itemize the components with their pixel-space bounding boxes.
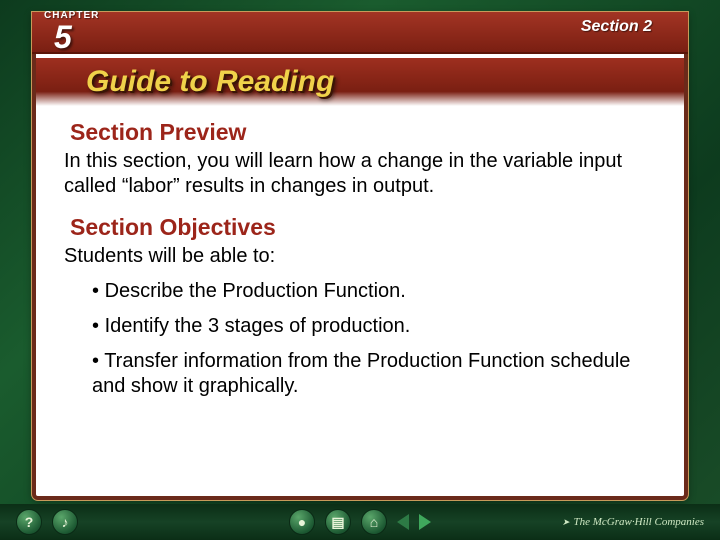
list-item: • Identify the 3 stages of production. [92, 314, 656, 339]
chapter-number: 5 [54, 21, 99, 53]
section-objectives-heading: Section Objectives [70, 213, 656, 242]
section-preview-heading: Section Preview [70, 118, 656, 147]
prev-arrow-icon[interactable] [397, 514, 409, 530]
globe-icon[interactable]: ● [289, 509, 315, 535]
slide-frame: CHAPTER 5 Section 2 Guide to Reading Sec… [32, 12, 688, 500]
objective-text: Identify the 3 stages of production. [105, 315, 411, 337]
list-item: • Transfer information from the Producti… [92, 349, 656, 399]
objective-text: Transfer information from the Production… [92, 350, 630, 397]
objective-text: Describe the Production Function. [105, 280, 406, 302]
content-area: Section Preview In this section, you wil… [64, 112, 656, 486]
home-icon[interactable]: ⌂ [361, 509, 387, 535]
section-objectives-intro: Students will be able to: [64, 244, 656, 269]
title-band: Guide to Reading [36, 58, 684, 106]
nav-bar: ? ♪ ● ▤ ⌂ ➤ The McGraw·Hill Companies [0, 504, 720, 540]
publisher-logo: ➤ The McGraw·Hill Companies [562, 516, 704, 528]
book-icon[interactable]: ▤ [325, 509, 351, 535]
sound-icon[interactable]: ♪ [52, 509, 78, 535]
publisher-name: The McGraw·Hill Companies [574, 516, 704, 528]
next-arrow-icon[interactable] [419, 514, 431, 530]
decorative-margin-text [696, 60, 716, 500]
chapter-tag: CHAPTER 5 [44, 10, 99, 53]
help-icon[interactable]: ? [16, 509, 42, 535]
slide-title: Guide to Reading [86, 65, 334, 99]
top-bar: CHAPTER 5 Section 2 [32, 12, 688, 54]
list-item: • Describe the Production Function. [92, 279, 656, 304]
objectives-list: • Describe the Production Function. • Id… [92, 279, 656, 399]
section-label: Section 2 [581, 18, 652, 36]
section-preview-text: In this section, you will learn how a ch… [64, 149, 656, 199]
publisher-swoosh-icon: ➤ [562, 517, 570, 528]
